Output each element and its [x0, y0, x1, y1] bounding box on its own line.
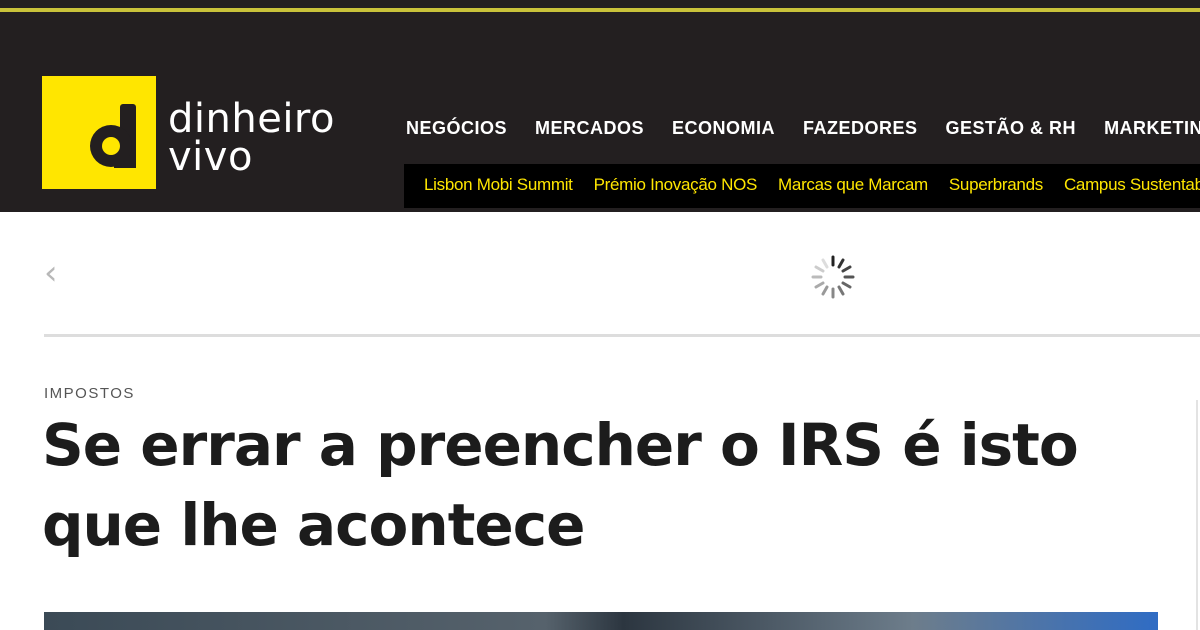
chevron-left-icon[interactable]: ‹	[44, 256, 58, 290]
article-category[interactable]: IMPOSTOS	[44, 385, 135, 402]
site-logo-text[interactable]: dinheiro vivo	[168, 96, 335, 180]
logo-line-2: vivo	[168, 134, 253, 180]
main-nav: NEGÓCIOS MERCADOS ECONOMIA FAZEDORES GES…	[406, 118, 1200, 139]
dinheiro-vivo-logo-icon[interactable]	[84, 104, 144, 170]
nav-item-gestao-rh[interactable]: GESTÃO & RH	[946, 118, 1077, 139]
subnav-item-superbrands[interactable]: Superbrands	[949, 175, 1043, 195]
subnav-item-lisbon-mobi-summit[interactable]: Lisbon Mobi Summit	[424, 175, 573, 195]
nav-item-fazedores[interactable]: FAZEDORES	[803, 118, 918, 139]
nav-item-economia[interactable]: ECONOMIA	[672, 118, 775, 139]
subnav-item-marcas-que-marcam[interactable]: Marcas que Marcam	[778, 175, 928, 195]
article-hero-image	[44, 612, 1158, 630]
article-title: Se errar a preencher o IRS é isto que lh…	[42, 411, 1079, 559]
special-topics-nav: Lisbon Mobi Summit Prémio Inovação NOS M…	[424, 175, 1200, 195]
subnav-item-premio-inovacao-nos[interactable]: Prémio Inovação NOS	[594, 175, 758, 195]
header-accent-line	[0, 8, 1200, 12]
site-header: dinheiro vivo NEGÓCIOS MERCADOS ECONOMIA…	[0, 0, 1200, 212]
loading-spinner-icon	[811, 255, 855, 299]
logo-line-1: dinheiro	[168, 96, 335, 142]
sidebar-divider	[1196, 400, 1198, 630]
nav-item-negocios[interactable]: NEGÓCIOS	[406, 118, 507, 139]
carousel-divider	[44, 334, 1200, 337]
nav-item-mercados[interactable]: MERCADOS	[535, 118, 644, 139]
nav-item-marketing[interactable]: MARKETING	[1104, 118, 1200, 139]
subnav-item-campus-sustentabilidade[interactable]: Campus Sustentabilidade	[1064, 175, 1200, 195]
